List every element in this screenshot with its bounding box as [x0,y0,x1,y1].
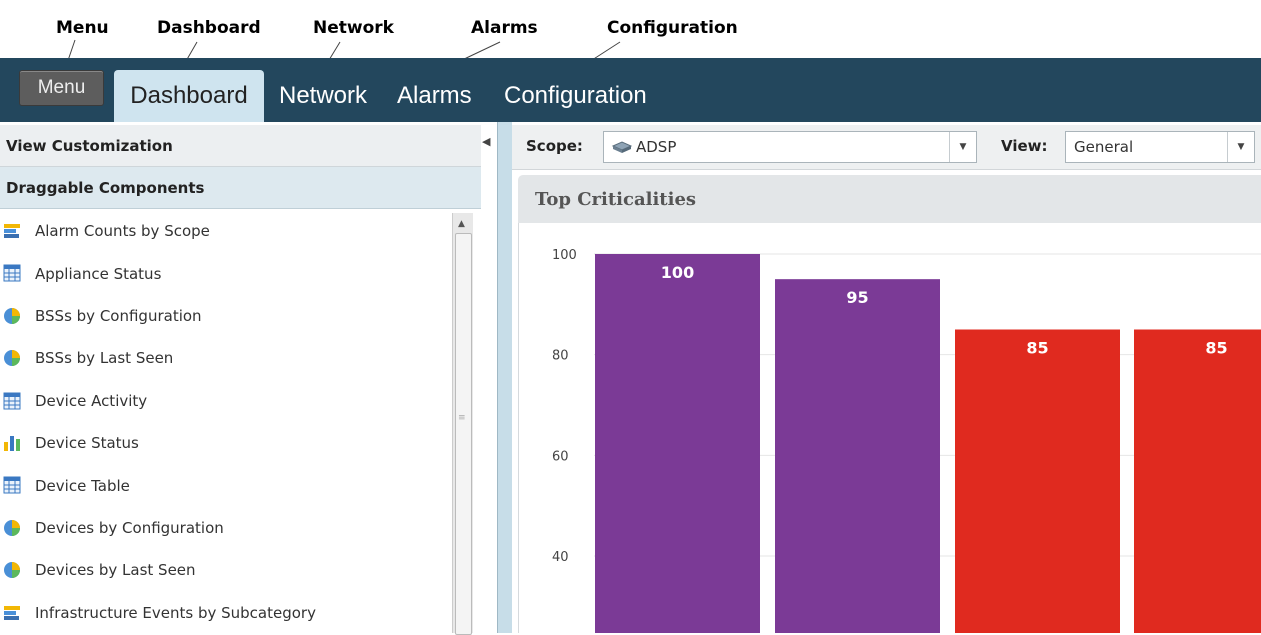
tab-alarms[interactable]: Alarms [397,70,472,122]
bar-horizontal-icon [4,224,20,238]
bar-3[interactable] [955,329,1120,634]
collapse-arrow-icon[interactable]: ◀ [482,135,490,148]
callout-dashboard: Dashboard [157,18,261,38]
scope-select[interactable]: ADSP ▼ [603,131,977,163]
component-list: Alarm Counts by Scope Appliance Status B… [0,210,450,634]
list-item-device-activity[interactable]: Device Activity [0,380,450,422]
list-item-label: Infrastructure Events by Subcategory [35,603,316,622]
y-tick-label: 60 [552,449,569,464]
scope-value: ADSP [636,138,677,156]
y-tick-label: 80 [552,349,569,364]
table-icon [3,392,21,410]
bar-value-label: 100 [661,263,694,282]
panel-title: Top Criticalities [518,175,1261,223]
scrollbar-thumb[interactable] [455,233,472,635]
list-item-label: Alarm Counts by Scope [35,222,210,241]
y-tick-label: 100 [552,248,577,263]
y-tick-label: 40 [552,550,569,565]
list-item-appliance-status[interactable]: Appliance Status [0,252,450,294]
list-item-label: Appliance Status [35,264,162,283]
tab-configuration[interactable]: Configuration [504,70,647,122]
callout-configuration: Configuration [607,18,738,38]
list-item-label: BSSs by Configuration [35,306,202,325]
list-item-devices-by-configuration[interactable]: Devices by Configuration [0,507,450,549]
list-item-bsss-by-configuration[interactable]: BSSs by Configuration [0,295,450,337]
list-item-devices-by-last-seen[interactable]: Devices by Last Seen [0,549,450,591]
list-item-device-table[interactable]: Device Table [0,464,450,506]
view-customization-header[interactable]: View Customization [0,125,481,167]
menu-button[interactable]: Menu [19,70,104,106]
bar-horizontal-icon [4,605,20,620]
table-icon [3,264,21,282]
tab-dashboard[interactable]: Dashboard [114,70,264,122]
bar-value-label: 85 [1026,339,1048,358]
top-criticalities-chart: 100 80 60 40 100 95 85 85 [552,248,1261,634]
bar-value-label: 95 [846,288,868,307]
device-icon [611,141,633,153]
list-item-label: Devices by Last Seen [35,561,196,580]
pie-icon [4,519,20,536]
chevron-down-icon[interactable]: ▼ [1227,132,1254,162]
bar-2[interactable] [775,279,940,633]
panel-splitter[interactable] [497,122,512,633]
list-item-alarm-counts-by-scope[interactable]: Alarm Counts by Scope [0,210,450,252]
scroll-up-arrow-icon[interactable]: ▲ [458,219,465,229]
scope-label: Scope: [526,137,583,155]
list-item-device-status[interactable]: Device Status [0,422,450,464]
list-item-label: BSSs by Last Seen [35,349,174,368]
view-select[interactable]: General ▼ [1065,131,1255,163]
list-item-label: Device Status [35,434,139,453]
bar-4[interactable] [1134,329,1261,634]
list-item-bsss-by-last-seen[interactable]: BSSs by Last Seen [0,337,450,379]
bar-1[interactable] [595,254,760,633]
chevron-down-icon[interactable]: ▼ [949,132,976,162]
tab-network[interactable]: Network [279,70,367,122]
scroll-grip-icon: ≡ [458,413,466,423]
list-item-label: Device Activity [35,391,148,410]
list-item-label: Devices by Configuration [35,518,224,537]
view-value: General [1074,138,1134,156]
callout-network: Network [313,18,394,38]
pie-icon [4,350,20,367]
callout-menu: Menu [56,18,109,38]
view-label: View: [1001,137,1048,155]
pie-icon [4,562,20,579]
pie-icon [4,307,20,324]
bar-value-label: 85 [1205,339,1227,358]
list-item-infrastructure-events-by-subcategory[interactable]: Infrastructure Events by Subcategory [0,592,450,634]
callout-alarms: Alarms [471,18,538,38]
draggable-components-header[interactable]: Draggable Components [0,167,481,209]
table-icon [3,476,21,494]
component-list-scrollbar[interactable]: ▲ ≡ [452,213,473,635]
list-item-label: Device Table [35,476,130,495]
bar-vertical-icon [4,435,20,451]
